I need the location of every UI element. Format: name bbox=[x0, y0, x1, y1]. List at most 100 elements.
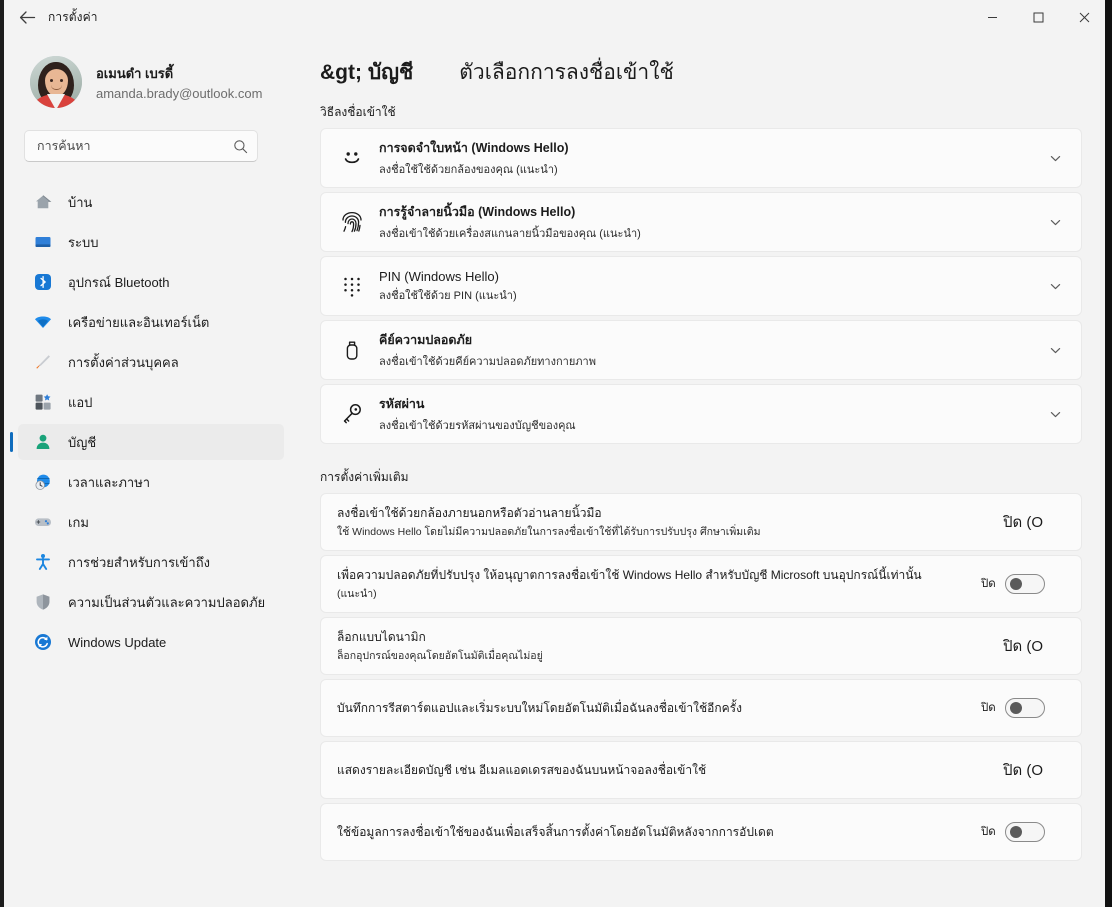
chevron-down-icon[interactable] bbox=[1039, 142, 1071, 174]
bluetooth-icon bbox=[34, 273, 52, 291]
sidebar-item-accessibility[interactable]: การช่วยสำหรับการเข้าถึง bbox=[18, 544, 284, 580]
profile-name: อเมนดำ เบรดี้ bbox=[96, 66, 174, 81]
signin-method-password[interactable]: รหัสผ่าน ลงชื่อเข้าใช้ด้วยรหัสผ่านของบัญ… bbox=[320, 384, 1082, 444]
signin-method-fingerprint[interactable]: การรู้จำลายนิ้วมือ (Windows Hello) ลงชื่… bbox=[320, 192, 1082, 252]
security-key-icon bbox=[337, 335, 367, 365]
card-subtitle: ลงชื่อเข้าใช้ด้วยเครื่องสแกนลายนิ้วมือขอ… bbox=[379, 228, 641, 240]
title-bar: การตั้งค่า bbox=[0, 0, 1107, 34]
setting-texts: บันทึกการรีสตาร์ตแอปและเริ่มระบบใหม่โดยอ… bbox=[337, 700, 981, 716]
search-icon bbox=[233, 139, 248, 154]
password-key-icon bbox=[337, 399, 367, 429]
chevron-down-icon[interactable] bbox=[1039, 206, 1071, 238]
setting-texts: ลงชื่อเข้าใช้ด้วยกล้องภายนอกหรือตัวอ่านล… bbox=[337, 505, 1003, 538]
signin-method-face[interactable]: การจดจำใบหน้า (Windows Hello) ลงชื่อใช้ใ… bbox=[320, 128, 1082, 188]
signin-method-pin[interactable]: PIN (Windows Hello) ลงชื่อใช้ใช้ด้วย PIN… bbox=[320, 256, 1082, 316]
close-button[interactable] bbox=[1061, 0, 1107, 34]
sidebar-item-label: เวลาและภาษา bbox=[68, 474, 151, 490]
additional-section-label: การตั้งค่าเพิ่มเติม bbox=[320, 470, 409, 484]
maximize-icon bbox=[1033, 12, 1043, 22]
sidebar-item-time-language[interactable]: เวลาและภาษา bbox=[18, 464, 284, 500]
paintbrush-icon bbox=[34, 353, 52, 371]
sidebar-item-apps[interactable]: แอป bbox=[18, 384, 284, 420]
sidebar: อเมนดำ เบรดี้ amanda.brady@outlook.com บ… bbox=[4, 34, 304, 907]
setting-subtitle: ล็อกอุปกรณ์ของคุณโดยอัตโนมัติเมื่อคุณไม่… bbox=[337, 649, 543, 662]
setting-row[interactable]: แสดงรายละเอียดบัญชี เช่น อีเมลแอดเดรสของ… bbox=[320, 741, 1082, 799]
sidebar-item-privacy-security[interactable]: ความเป็นส่วนตัวและความปลอดภัย bbox=[18, 584, 284, 620]
setting-texts: ใช้ข้อมูลการลงชื่อเข้าใช้ของฉันเพื่อเสร็… bbox=[337, 824, 981, 840]
toggle-state-label: ปิด bbox=[981, 702, 996, 714]
sidebar-item-label: เครือข่ายและอินเทอร์เน็ต bbox=[68, 314, 210, 330]
toggle-switch[interactable] bbox=[1004, 574, 1045, 594]
toggle-area[interactable]: ปิด bbox=[981, 698, 1081, 718]
chevron-down-icon[interactable] bbox=[1039, 270, 1071, 302]
signin-methods-list: การจดจำใบหน้า (Windows Hello) ลงชื่อใช้ใ… bbox=[304, 128, 1105, 444]
sidebar-item-label: ความเป็นส่วนตัวและความปลอดภัย bbox=[68, 594, 266, 610]
setting-row[interactable]: ลงชื่อเข้าใช้ด้วยกล้องภายนอกหรือตัวอ่านล… bbox=[320, 493, 1082, 551]
card-title: รหัสผ่าน bbox=[379, 397, 425, 411]
card-subtitle: ลงชื่อใช้ใช้ด้วย PIN (แนะนำ) bbox=[379, 289, 517, 302]
toggle-area[interactable]: ปิด bbox=[981, 574, 1081, 594]
shield-icon bbox=[34, 593, 52, 611]
system-monitor-icon bbox=[34, 233, 52, 251]
fingerprint-icon bbox=[337, 207, 367, 237]
back-button[interactable] bbox=[10, 1, 44, 33]
sidebar-item-label: เกม bbox=[68, 514, 89, 530]
additional-settings-list: ลงชื่อเข้าใช้ด้วยกล้องภายนอกหรือตัวอ่านล… bbox=[304, 493, 1105, 861]
search-input[interactable] bbox=[37, 139, 233, 153]
minimize-icon bbox=[987, 16, 997, 18]
card-title: PIN (Windows Hello) bbox=[379, 268, 499, 284]
card-subtitle: ลงชื่อใช้ใช้ด้วยกล้องของคุณ (แนะนำ) bbox=[379, 164, 558, 176]
sidebar-item-label: บ้าน bbox=[68, 194, 93, 210]
sidebar-item-label: บัญชี bbox=[68, 434, 97, 450]
toggle-state-label: ปิด (O bbox=[1003, 762, 1044, 779]
sidebar-item-system[interactable]: ระบบ bbox=[18, 224, 284, 260]
minimize-button[interactable] bbox=[969, 0, 1015, 34]
sidebar-nav: บ้าน ระบบ อุปกรณ์ Bluetooth เครือข่ายและ… bbox=[4, 184, 304, 660]
toggle-switch[interactable] bbox=[1004, 698, 1045, 718]
setting-row[interactable]: บันทึกการรีสตาร์ตแอปและเริ่มระบบใหม่โดยอ… bbox=[320, 679, 1082, 737]
card-title: คีย์ความปลอดภัย bbox=[379, 333, 473, 347]
sidebar-item-accounts[interactable]: บัญชี bbox=[10, 424, 284, 460]
update-refresh-icon bbox=[34, 633, 52, 651]
setting-title: ล็อกแบบไดนามิก bbox=[337, 630, 426, 645]
setting-title: แสดงรายละเอียดบัญชี เช่น อีเมลแอดเดรสของ… bbox=[337, 762, 707, 777]
sidebar-item-gaming[interactable]: เกม bbox=[18, 504, 284, 540]
toggle-state-label: ปิด bbox=[981, 826, 996, 838]
maximize-button[interactable] bbox=[1015, 0, 1061, 34]
clock-globe-icon bbox=[34, 473, 52, 491]
sidebar-item-home[interactable]: บ้าน bbox=[18, 184, 284, 220]
sidebar-item-bluetooth[interactable]: อุปกรณ์ Bluetooth bbox=[18, 264, 284, 300]
setting-row[interactable]: เพื่อความปลอดภัยที่ปรับปรุง ให้อนุญาตการ… bbox=[320, 555, 1082, 613]
setting-subtitle: ใช้ Windows Hello โดยไม่มีความปลอดภัยในก… bbox=[337, 525, 761, 538]
profile-email: amanda.brady@outlook.com bbox=[96, 86, 263, 101]
card-title: การรู้จำลายนิ้วมือ (Windows Hello) bbox=[379, 205, 576, 219]
toggle-area[interactable]: ปิด (O bbox=[1003, 510, 1081, 534]
page-heading: &gt; บัญชี ตัวเลือกการลงชื่อเข้าใช้ bbox=[304, 34, 1105, 89]
setting-title: บันทึกการรีสตาร์ตแอปและเริ่มระบบใหม่โดยอ… bbox=[337, 700, 742, 715]
setting-texts: แสดงรายละเอียดบัญชี เช่น อีเมลแอดเดรสของ… bbox=[337, 762, 1003, 778]
setting-row[interactable]: ใช้ข้อมูลการลงชื่อเข้าใช้ของฉันเพื่อเสร็… bbox=[320, 803, 1082, 861]
sidebar-item-windows-update[interactable]: Windows Update bbox=[18, 624, 284, 660]
setting-row[interactable]: ล็อกแบบไดนามิก ล็อกอุปกรณ์ของคุณโดยอัตโน… bbox=[320, 617, 1082, 675]
profile-text: อเมนดำ เบรดี้ amanda.brady@outlook.com bbox=[96, 63, 262, 101]
toggle-switch[interactable] bbox=[1004, 822, 1045, 842]
toggle-area[interactable]: ปิด (O bbox=[1003, 634, 1081, 658]
sidebar-item-network[interactable]: เครือข่ายและอินเทอร์เน็ต bbox=[18, 304, 284, 340]
apps-grid-icon bbox=[34, 393, 52, 411]
accessibility-person-icon bbox=[34, 553, 52, 571]
card-texts: การรู้จำลายนิ้วมือ (Windows Hello) ลงชื่… bbox=[379, 202, 1039, 242]
window-title: การตั้งค่า bbox=[48, 9, 98, 24]
breadcrumb[interactable]: &gt; บัญชี bbox=[320, 56, 413, 89]
toggle-area[interactable]: ปิด (O bbox=[1003, 758, 1081, 782]
caption-button-group bbox=[969, 0, 1107, 34]
search-box[interactable] bbox=[24, 130, 258, 162]
chevron-down-icon[interactable] bbox=[1039, 334, 1071, 366]
profile-section[interactable]: อเมนดำ เบรดี้ amanda.brady@outlook.com bbox=[4, 34, 304, 112]
wifi-icon bbox=[34, 313, 52, 331]
signin-method-security-key[interactable]: คีย์ความปลอดภัย ลงชื่อเข้าใช้ด้วยคีย์ควา… bbox=[320, 320, 1082, 380]
toggle-area[interactable]: ปิด bbox=[981, 822, 1081, 842]
chevron-down-icon[interactable] bbox=[1039, 398, 1071, 430]
window-border-right bbox=[1105, 0, 1112, 907]
sidebar-item-personalization[interactable]: การตั้งค่าส่วนบุคคล bbox=[18, 344, 284, 380]
sidebar-item-label: Windows Update bbox=[68, 634, 167, 650]
